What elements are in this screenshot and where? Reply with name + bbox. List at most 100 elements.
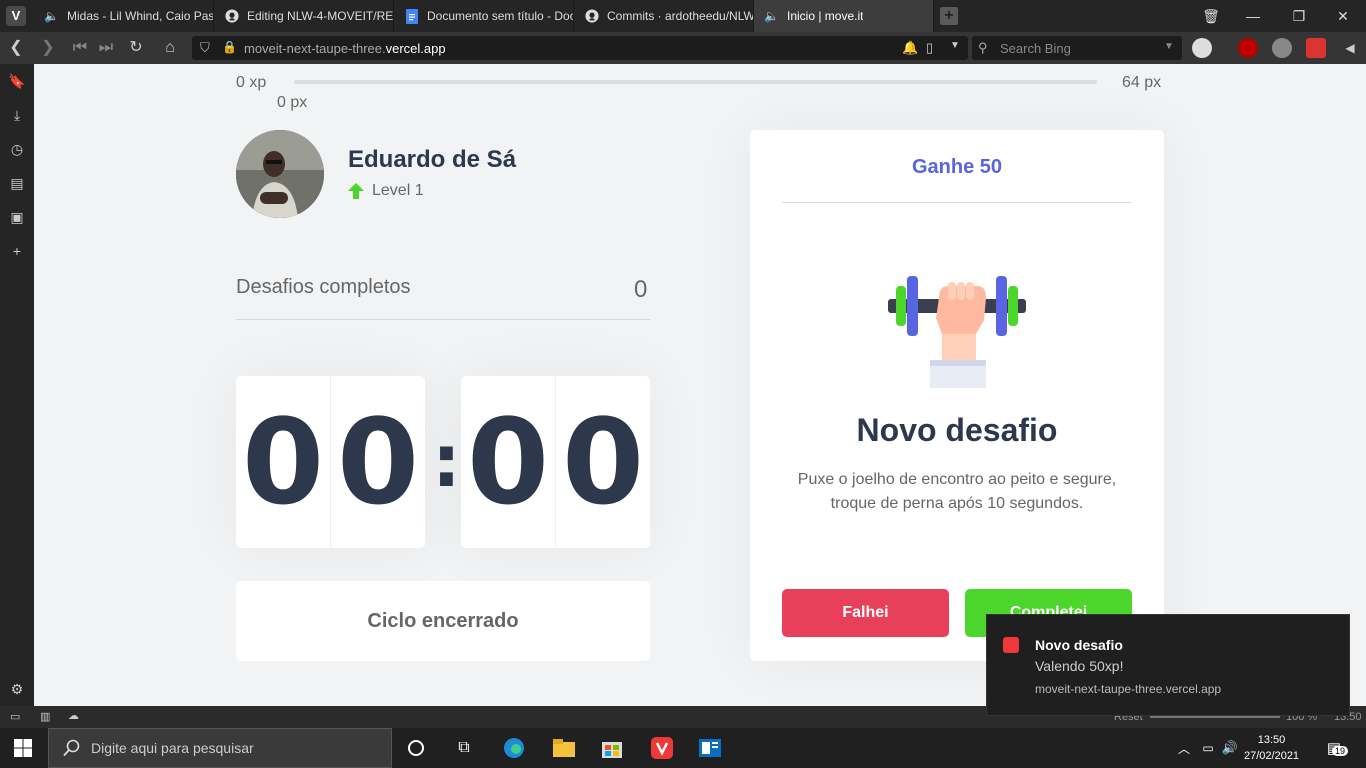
panel-toggle-icon[interactable]: ◀ bbox=[1340, 38, 1360, 58]
browser-tab-bar: V 🔈 Midas - Lil Whind, Caio Passos Editi… bbox=[0, 0, 1366, 32]
file-explorer-icon[interactable] bbox=[552, 736, 576, 760]
tab-title: Midas - Lil Whind, Caio Passos bbox=[67, 9, 213, 23]
cycle-button[interactable]: Ciclo encerrado bbox=[236, 581, 650, 661]
countdown-seconds: 0 0 bbox=[461, 376, 650, 548]
taskbar-search-placeholder: Digite aqui para pesquisar bbox=[91, 740, 254, 756]
notes-icon[interactable]: ▤ bbox=[8, 174, 26, 192]
bookmarks-icon[interactable]: 🔖 bbox=[8, 72, 26, 90]
reload-icon[interactable]: ↻ bbox=[126, 38, 146, 58]
action-center-icon[interactable]: ▤ 19 bbox=[1322, 736, 1349, 760]
browser-tab[interactable]: 🔈 Midas - Lil Whind, Caio Passos bbox=[34, 0, 214, 32]
bookmark-icon[interactable]: ▯ bbox=[926, 40, 933, 56]
tab-title: Commits · ardotheedu/NLW bbox=[607, 9, 753, 23]
github-icon bbox=[224, 9, 239, 24]
countdown-minutes: 0 0 bbox=[236, 376, 425, 548]
minimize-button[interactable]: — bbox=[1230, 0, 1276, 32]
task-view-icon[interactable]: ⧉ bbox=[452, 736, 476, 760]
taskbar-search-input[interactable]: Digite aqui para pesquisar bbox=[48, 728, 392, 768]
notification-toast[interactable]: Novo desafio Valendo 50xp! moveit-next-t… bbox=[986, 614, 1350, 716]
trash-icon[interactable]: 🗑 bbox=[1188, 0, 1234, 32]
clock-time: 13:50 bbox=[1257, 734, 1286, 746]
fail-button[interactable]: Falhei bbox=[782, 589, 949, 637]
ublock-icon[interactable] bbox=[1238, 38, 1258, 58]
challenge-title: Novo desafio bbox=[856, 412, 1058, 448]
side-panel: 🔖 ⤓ ◷ ▤ ▣ + ⚙ bbox=[0, 64, 34, 706]
battery-icon[interactable]: ▭ bbox=[1196, 736, 1220, 760]
tab-title: Documento sem título - Docs bbox=[427, 9, 573, 23]
browser-tab-active[interactable]: 🔈 Inicio | move.it bbox=[754, 0, 934, 32]
settings-icon[interactable]: ⚙ bbox=[8, 680, 26, 698]
forward-icon[interactable]: ❯ bbox=[38, 38, 58, 58]
home-icon[interactable]: ⌂ bbox=[160, 38, 180, 58]
chevron-down-icon[interactable]: ▼ bbox=[950, 40, 960, 51]
search-icon: ⚲ bbox=[978, 40, 988, 55]
url-text: moveit-next-taupe-three.vercel.app bbox=[244, 41, 446, 56]
search-icon bbox=[63, 739, 80, 757]
challenge-reward: Ganhe 50 bbox=[782, 154, 1132, 203]
countdown-digit: 0 bbox=[236, 376, 331, 548]
chevron-up-icon[interactable]: ︿ bbox=[1172, 736, 1196, 760]
shield-icon[interactable]: ⛉ bbox=[200, 40, 210, 56]
docs-icon bbox=[404, 8, 419, 24]
clock-date: 27/02/2021 bbox=[1244, 750, 1300, 762]
avatar bbox=[236, 130, 324, 218]
add-panel-icon[interactable]: + bbox=[8, 242, 26, 260]
browser-tab[interactable]: Editing NLW-4-MOVEIT/README bbox=[214, 0, 394, 32]
notification-count: 19 bbox=[1332, 746, 1349, 756]
browser-tab[interactable]: Documento sem título - Docs bbox=[394, 0, 574, 32]
close-button[interactable]: ✕ bbox=[1320, 0, 1366, 32]
search-input[interactable]: ⚲ Search Bing ▼ bbox=[972, 36, 1182, 60]
github-icon bbox=[584, 9, 599, 24]
countdown-digit: 0 bbox=[461, 376, 556, 548]
search-placeholder: Search Bing bbox=[1000, 41, 1071, 56]
chevron-down-icon[interactable]: ▼ bbox=[1164, 41, 1174, 52]
level-up-icon bbox=[348, 183, 364, 199]
windows-start-icon[interactable] bbox=[14, 739, 32, 757]
edge-icon[interactable] bbox=[502, 736, 526, 760]
panel-toggle-icon[interactable]: ▭ bbox=[10, 710, 20, 723]
challenge-card: Ganhe 50 Novo desafio Puxe o joelho de e… bbox=[750, 130, 1164, 661]
page-content: 0 xp 64 px 0 px Eduardo de Sá Level 1 De… bbox=[34, 64, 1366, 706]
tab-title: Inicio | move.it bbox=[787, 9, 864, 23]
profile-icon[interactable] bbox=[1192, 38, 1212, 58]
tile-icon[interactable]: ▥ bbox=[40, 710, 50, 723]
lock-icon: 🔒 bbox=[222, 40, 237, 54]
windows-taskbar: Digite aqui para pesquisar ⧉ ︿ ▭ 🔊 13:50… bbox=[0, 728, 1366, 768]
store-icon[interactable] bbox=[600, 736, 624, 760]
address-bar[interactable]: ⛉ 🔒 moveit-next-taupe-three.vercel.app 🔔… bbox=[192, 36, 968, 60]
tab-title: Editing NLW-4-MOVEIT/README bbox=[247, 9, 393, 23]
countdown-separator: : bbox=[432, 419, 461, 503]
divider bbox=[236, 319, 650, 320]
fast-forward-icon[interactable]: ⏭ bbox=[96, 38, 116, 58]
bell-icon[interactable]: 🔔 bbox=[902, 40, 918, 56]
vivaldi-menu-icon[interactable]: V bbox=[6, 6, 26, 26]
completed-challenges-value: 0 bbox=[634, 276, 648, 303]
new-tab-button[interactable]: + bbox=[940, 7, 958, 25]
history-icon[interactable]: ◷ bbox=[8, 140, 26, 158]
window-icon[interactable]: ▣ bbox=[8, 208, 26, 226]
maximize-button[interactable]: ❐ bbox=[1276, 0, 1322, 32]
news-app-icon[interactable] bbox=[698, 736, 722, 760]
xp-start-label: 0 xp bbox=[236, 74, 267, 91]
xp-current-label: 0 px bbox=[277, 94, 308, 111]
cloud-icon[interactable]: ☁ bbox=[68, 709, 79, 722]
xp-progress-bar bbox=[294, 80, 1097, 84]
body-exercise-icon bbox=[888, 276, 1026, 388]
extension-icon[interactable] bbox=[1306, 38, 1326, 58]
cortana-icon[interactable] bbox=[404, 736, 428, 760]
completed-challenges-label: Desafios completos bbox=[236, 276, 411, 298]
profile-level: Level 1 bbox=[348, 182, 424, 200]
extension-icon[interactable] bbox=[1272, 38, 1292, 58]
downloads-icon[interactable]: ⤓ bbox=[8, 106, 26, 124]
back-icon[interactable]: ❮ bbox=[6, 38, 26, 58]
vivaldi-icon[interactable] bbox=[650, 736, 674, 760]
zoom-slider[interactable] bbox=[1150, 716, 1280, 718]
browser-tab[interactable]: Commits · ardotheedu/NLW bbox=[574, 0, 754, 32]
volume-icon[interactable]: 🔊 bbox=[1218, 736, 1242, 760]
speaker-icon: 🔈 bbox=[764, 9, 779, 23]
rewind-icon[interactable]: ⏮ bbox=[70, 38, 90, 58]
level-text: Level 1 bbox=[372, 182, 424, 199]
speaker-icon: 🔈 bbox=[44, 9, 59, 23]
vivaldi-icon bbox=[1003, 637, 1019, 653]
taskbar-clock[interactable]: 13:50 27/02/2021 bbox=[1244, 732, 1299, 764]
